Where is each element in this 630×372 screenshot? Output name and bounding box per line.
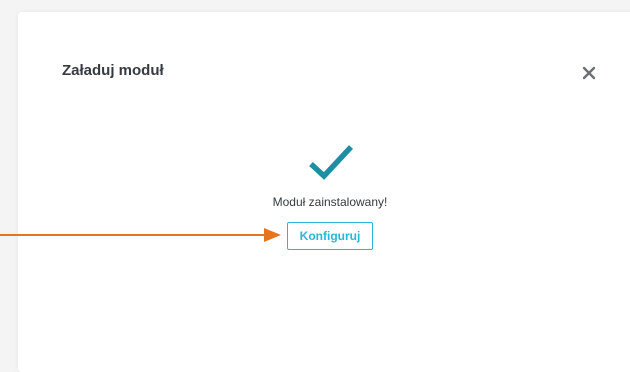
upload-module-modal: Załaduj moduł Moduł zainstalowany! Konfi…	[18, 12, 630, 372]
modal-title: Załaduj moduł	[62, 62, 164, 79]
annotation-arrow	[0, 228, 281, 242]
close-icon[interactable]	[582, 66, 596, 80]
configure-button[interactable]: Konfiguruj	[287, 222, 373, 250]
checkmark-icon	[309, 145, 354, 180]
install-status-text: Moduł zainstalowany!	[272, 195, 388, 209]
